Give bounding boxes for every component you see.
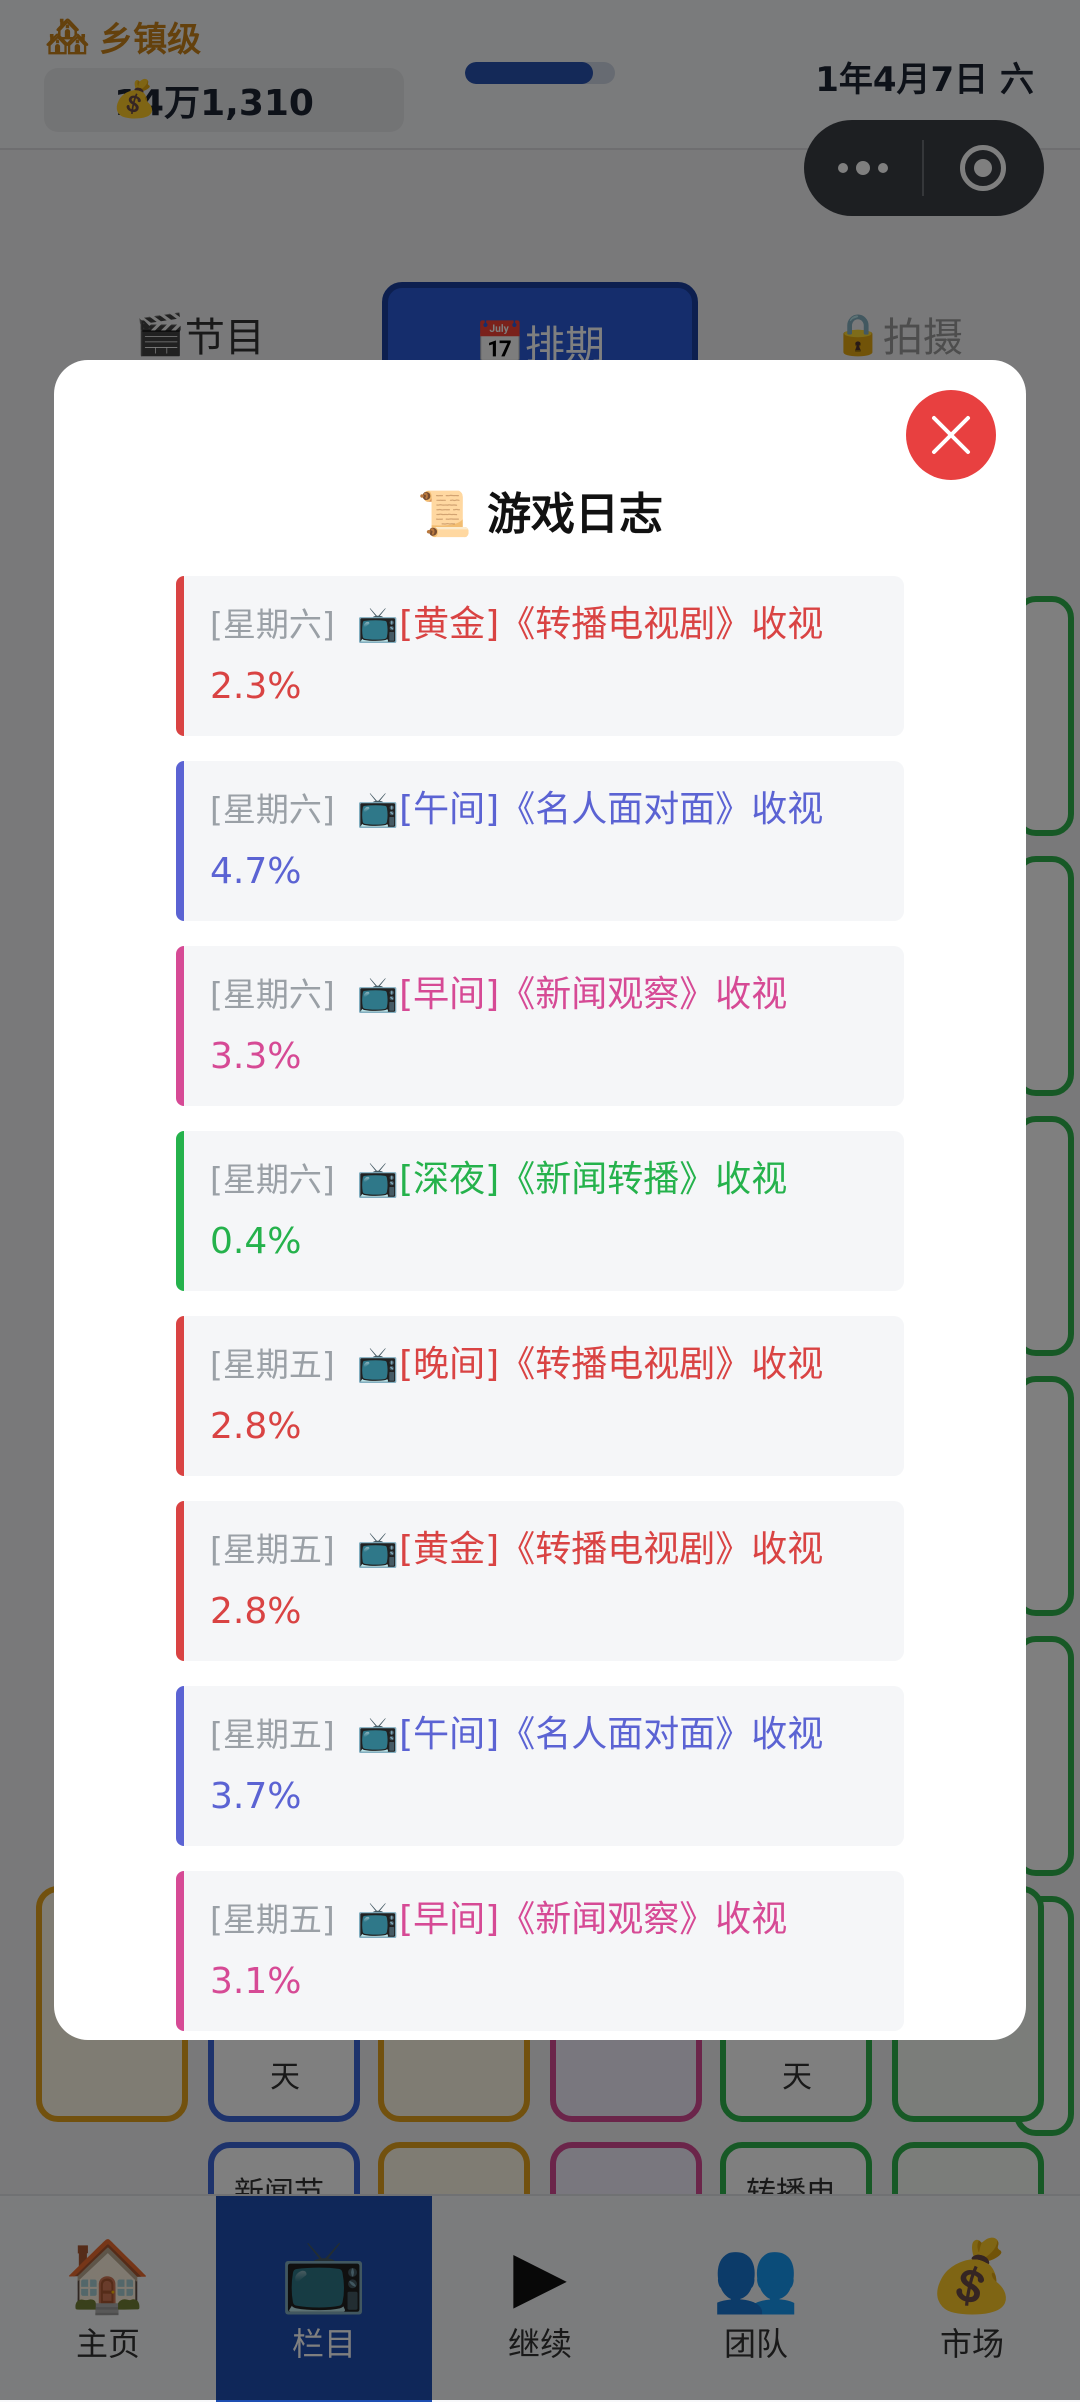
tv-icon: 📺 [356, 1345, 400, 1385]
tv-icon: 📺 [356, 605, 400, 645]
log-entry: [星期六] 📺[午间]《名人面对面》收视 4.7% [176, 761, 904, 921]
tv-icon: 📺 [356, 1900, 400, 1940]
log-rating: 0.4% [210, 1221, 302, 1262]
log-day: [星期五] [210, 1715, 335, 1754]
log-entry-accent-bar [176, 1871, 184, 2031]
log-rating: 2.3% [210, 666, 302, 707]
log-program: 《新闻转播》收视 [499, 1159, 788, 1200]
log-entry: [星期六] 📺[黄金]《转播电视剧》收视 2.3% [176, 576, 904, 736]
log-entry: [星期五] 📺[午间]《名人面对面》收视 3.7% [176, 1686, 904, 1846]
log-entry: [星期六] 📺[早间]《新闻观察》收视 3.3% [176, 946, 904, 1106]
log-slot: [黄金] [399, 1529, 500, 1570]
log-entry-accent-bar [176, 1316, 184, 1476]
log-entry: [星期五] 📺[早间]《新闻观察》收视 3.1% [176, 1871, 904, 2031]
tv-icon: 📺 [356, 975, 400, 1015]
log-entry: [星期六] 📺[深夜]《新闻转播》收视 0.4% [176, 1131, 904, 1291]
log-program: 《名人面对面》收视 [499, 1714, 824, 1755]
log-entry: [星期五] 📺[晚间]《转播电视剧》收视 2.8% [176, 1316, 904, 1476]
log-slot: [午间] [399, 789, 500, 830]
log-day: [星期六] [210, 975, 335, 1014]
log-program: 《转播电视剧》收视 [499, 1529, 824, 1570]
log-day: [星期五] [210, 1530, 335, 1569]
game-log-modal: 📜 游戏日志 [星期六] 📺[黄金]《转播电视剧》收视 2.3% [星期六] 📺[午间]… [54, 360, 1026, 2040]
modal-title: 📜 游戏日志 [54, 478, 1026, 542]
tv-icon: 📺 [356, 1530, 400, 1570]
log-rating: 3.7% [210, 1776, 302, 1817]
log-list: [星期六] 📺[黄金]《转播电视剧》收视 2.3% [星期六] 📺[午间]《名人面对面》… [176, 576, 904, 2040]
log-rating: 2.8% [210, 1406, 302, 1447]
log-day: [星期六] [210, 790, 335, 829]
log-day: [星期五] [210, 1345, 335, 1384]
log-entry-accent-bar [176, 946, 184, 1106]
log-program: 《转播电视剧》收视 [499, 1344, 824, 1385]
close-icon [932, 416, 970, 454]
log-slot: [晚间] [399, 1344, 500, 1385]
log-day: [星期六] [210, 1160, 335, 1199]
log-slot: [早间] [399, 974, 500, 1015]
log-rating: 2.8% [210, 1591, 302, 1632]
tv-icon: 📺 [356, 1715, 400, 1755]
log-entry-accent-bar [176, 1131, 184, 1291]
log-program: 《新闻观察》收视 [499, 974, 788, 1015]
modal-title-text: 游戏日志 [487, 489, 664, 540]
close-button[interactable] [906, 390, 996, 480]
log-entry-accent-bar [176, 1501, 184, 1661]
log-slot: [早间] [399, 1899, 500, 1940]
log-rating: 3.1% [210, 1961, 302, 2002]
log-program: 《转播电视剧》收视 [499, 604, 824, 645]
log-entry-accent-bar [176, 761, 184, 921]
log-day: [星期五] [210, 1900, 335, 1939]
log-entry: [星期五] 📺[黄金]《转播电视剧》收视 2.8% [176, 1501, 904, 1661]
log-slot: [午间] [399, 1714, 500, 1755]
log-rating: 3.3% [210, 1036, 302, 1077]
log-rating: 4.7% [210, 851, 302, 892]
log-day: [星期六] [210, 605, 335, 644]
log-program: 《新闻观察》收视 [499, 1899, 788, 1940]
log-slot: [深夜] [399, 1159, 500, 1200]
tv-icon: 📺 [356, 790, 400, 830]
tv-icon: 📺 [356, 1160, 400, 1200]
log-slot: [黄金] [399, 604, 500, 645]
log-entry-accent-bar [176, 576, 184, 736]
scroll-icon: 📜 [416, 489, 472, 540]
log-program: 《名人面对面》收视 [499, 789, 824, 830]
log-entry-accent-bar [176, 1686, 184, 1846]
